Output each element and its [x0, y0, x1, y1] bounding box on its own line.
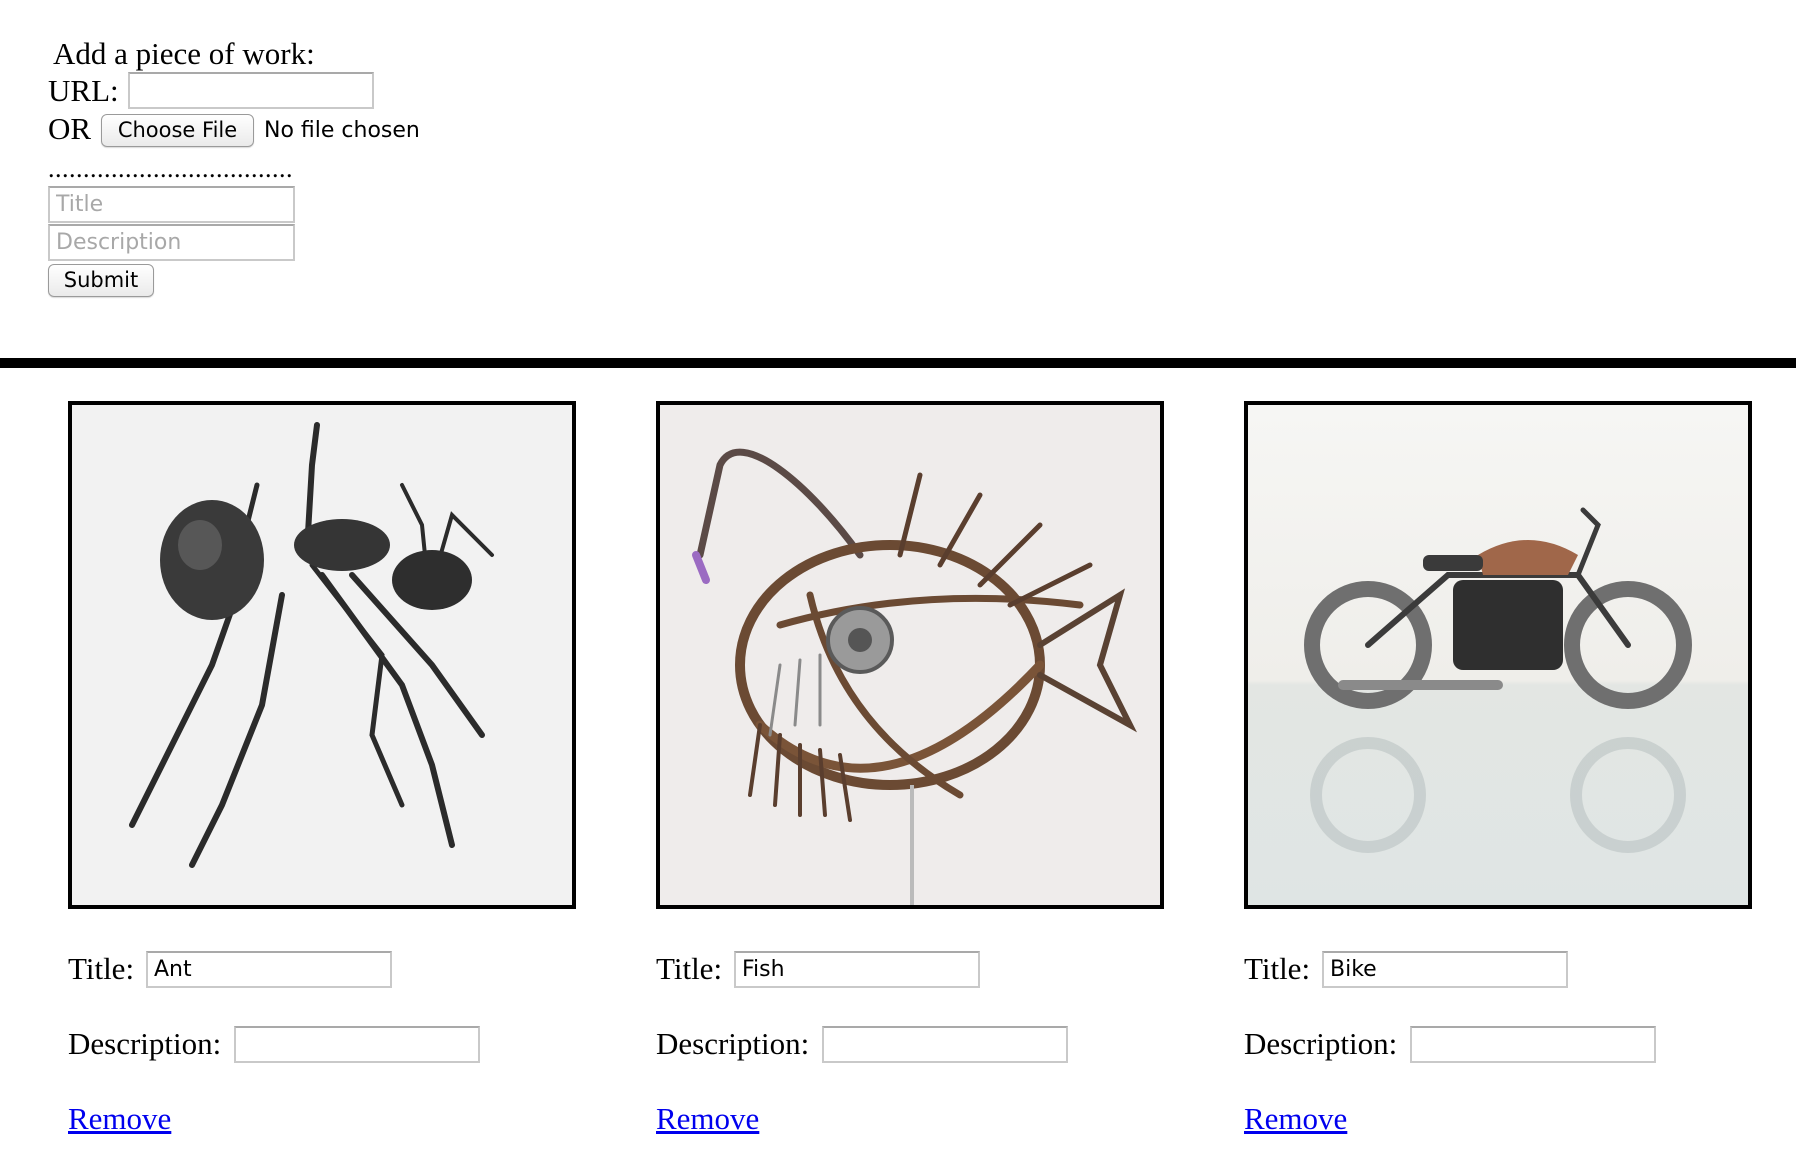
work-image-fish	[656, 401, 1164, 909]
page: Add a piece of work: URL: OR Choose File…	[0, 0, 1796, 1160]
or-label: OR	[48, 111, 92, 146]
section-divider	[0, 358, 1796, 368]
work-description-label: Description:	[68, 1026, 222, 1061]
url-label: URL:	[48, 73, 119, 108]
work-description-input[interactable]	[822, 1026, 1068, 1063]
anglerfish-sculpture-image	[660, 405, 1160, 905]
title-input[interactable]	[48, 186, 295, 223]
work-image-ant	[68, 401, 576, 909]
work-description-label: Description:	[656, 1026, 810, 1061]
choose-file-button[interactable]: Choose File	[101, 114, 254, 147]
ant-sculpture-image	[72, 405, 572, 905]
work-description-input[interactable]	[234, 1026, 480, 1063]
work-title-label: Title:	[656, 951, 723, 986]
work-title-input[interactable]	[146, 951, 392, 988]
remove-link[interactable]: Remove	[1244, 1103, 1347, 1134]
work-description-label: Description:	[1244, 1026, 1398, 1061]
work-title-label: Title:	[68, 951, 135, 986]
submit-button[interactable]: Submit	[48, 264, 154, 297]
work-image-bike	[1244, 401, 1752, 909]
form-heading: Add a piece of work:	[53, 36, 315, 71]
dotted-separator: ...................................	[48, 154, 293, 183]
work-title-input[interactable]	[734, 951, 980, 988]
description-input[interactable]	[48, 224, 295, 261]
no-file-chosen-text: No file chosen	[264, 118, 420, 143]
work-description-input[interactable]	[1410, 1026, 1656, 1063]
remove-link[interactable]: Remove	[68, 1103, 171, 1134]
motorcycle-sculpture-image	[1248, 405, 1748, 905]
remove-link[interactable]: Remove	[656, 1103, 759, 1134]
work-title-input[interactable]	[1322, 951, 1568, 988]
url-input[interactable]	[128, 72, 374, 109]
work-title-label: Title:	[1244, 951, 1311, 986]
